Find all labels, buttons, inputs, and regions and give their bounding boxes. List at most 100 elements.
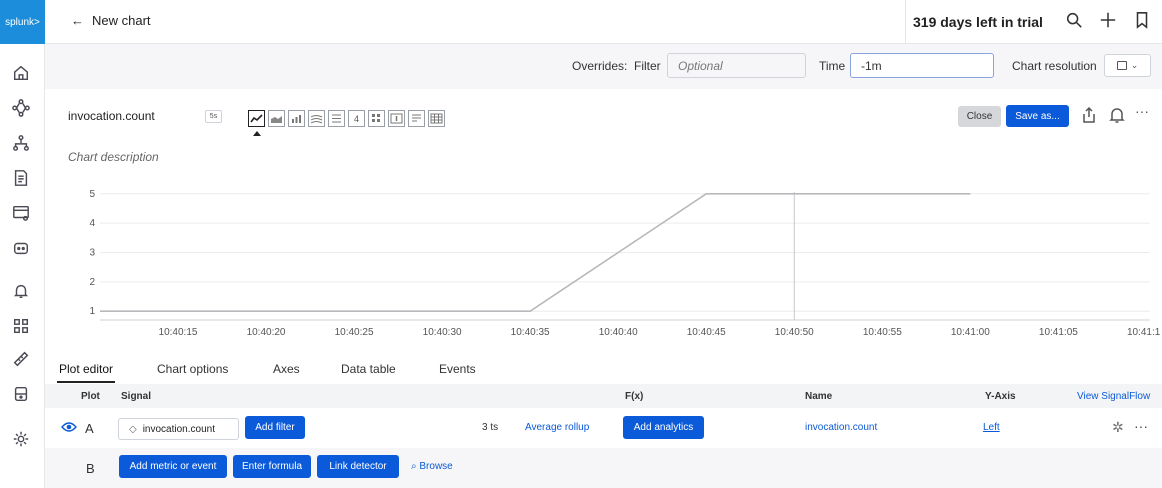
search-icon[interactable] [1065,11,1085,31]
tab-axes[interactable]: Axes [273,362,300,376]
alerts-bell-icon[interactable] [10,280,32,302]
plot-table-header: Plot Signal F(x) Name Y-Axis View Signal… [45,384,1162,408]
y-tick-label: 2 [89,277,95,288]
table-chart-type-icon[interactable] [428,110,445,127]
time-input[interactable]: -1m [850,53,994,78]
x-tick-label: 10:41:00 [951,327,990,338]
home-icon[interactable] [10,62,32,84]
timeseries-count: 3 ts [482,422,499,433]
plot-letter: B [86,461,95,476]
tab-events[interactable]: Events [439,362,476,376]
view-signalflow-link[interactable]: View SignalFlow [1077,391,1150,402]
close-button[interactable]: Close [958,106,1001,127]
add-filter-button[interactable]: Add filter [245,416,305,439]
header-name: Name [805,391,833,402]
editor-tabs: Plot editor Chart options Axes Data tabl… [45,358,1162,384]
chart-resolution-label: Chart resolution [1012,59,1097,73]
log-observer-icon[interactable] [10,167,32,189]
y-tick-label: 1 [89,306,95,317]
link-detector-button[interactable]: Link detector [317,455,399,478]
x-tick-label: 10:40:25 [335,327,374,338]
add-analytics-button[interactable]: Add analytics [623,416,704,439]
splunk-logo[interactable]: splunk> [0,0,45,44]
rum-icon[interactable] [10,202,32,224]
overrides-label: Overrides: [572,59,628,73]
y-tick-label: 3 [89,248,95,259]
chart-title[interactable]: invocation.count [68,109,155,123]
area-chart-type-icon[interactable] [268,110,285,127]
filter-input[interactable]: Optional [667,53,806,78]
x-tick-label: 10:40:50 [775,327,814,338]
line-chart[interactable]: 12345 10:40:15 10:40:20 10:40:25 10:40:30 10… [60,180,1160,345]
eye-visibility-icon[interactable] [61,421,77,436]
filter-label: Filter [634,59,661,73]
x-tick-label: 10:40:20 [247,327,286,338]
add-metric-or-event-button[interactable]: Add metric or event [119,455,227,478]
save-as-button[interactable]: Save as... [1006,105,1069,127]
browse-link[interactable]: ⌕ Browse [411,461,453,472]
left-nav-rail: splunk> [0,0,45,488]
overrides-bar: Overrides: Filter Optional Time -1m Char… [45,44,1162,89]
time-label: Time [819,59,846,73]
header-fx: F(x) [625,391,644,402]
x-tick-label: 10:40:35 [511,327,550,338]
more-options-icon[interactable]: ··· [1135,103,1153,123]
arrow-left-icon: ← [71,13,84,28]
event-feed-chart-type-icon[interactable] [388,110,405,127]
resolution-icon [1116,61,1127,70]
active-type-indicator [253,131,261,136]
x-tick-label: 10:40:40 [599,327,638,338]
enter-formula-button[interactable]: Enter formula [233,455,311,478]
bell-icon[interactable] [1109,106,1127,126]
x-tick-label: 10:40:45 [687,327,726,338]
page-title: New chart [92,13,151,28]
settings-gear-icon[interactable] [10,428,32,450]
x-tick-label: 10:41:10 [1127,327,1160,338]
resolution-badge: 5s [205,110,222,123]
x-tick-label: 10:40:15 [159,327,198,338]
line-chart-type-icon[interactable] [248,110,265,127]
active-tab-underline [57,381,115,383]
x-axis-ticks: 10:40:15 10:40:20 10:40:25 10:40:30 10:40:35… [159,327,1160,338]
plot-settings-gear-icon[interactable]: ✲ [1112,419,1124,436]
chart-type-selector: 4 [248,110,445,127]
plot-letter: A [85,421,94,436]
plot-row-b: B Add metric or event Enter formula Link… [45,448,1162,488]
search-icon: ⌕ [411,461,417,472]
apm-icon[interactable] [10,132,32,154]
infrastructure-icon[interactable] [10,97,32,119]
x-tick-label: 10:41:05 [1039,327,1078,338]
metrics-ruler-icon[interactable] [10,348,32,370]
tag-icon: ◇ [129,423,137,435]
share-icon[interactable] [1081,106,1099,126]
data-database-icon[interactable] [10,383,32,405]
plus-icon[interactable] [1099,11,1119,31]
x-tick-label: 10:40:30 [423,327,462,338]
dashboards-icon[interactable] [10,315,32,337]
histogram-chart-type-icon[interactable] [308,110,325,127]
back-button[interactable]: ← New chart [71,13,151,28]
chart-description-input[interactable]: Chart description [68,150,159,164]
chart-grid [100,193,1150,312]
rollup-link[interactable]: Average rollup [525,422,589,433]
header-signal: Signal [121,391,152,402]
single-value-chart-type-icon[interactable]: 4 [348,110,365,127]
tab-plot-editor[interactable]: Plot editor [59,362,113,376]
y-axis-ticks: 1 2 3 4 5 [89,189,95,317]
text-chart-type-icon[interactable] [408,110,425,127]
synthetics-icon[interactable] [10,237,32,259]
tab-data-table[interactable]: Data table [341,362,396,376]
list-chart-type-icon[interactable] [328,110,345,127]
chevron-down-icon: ⌄ [1130,60,1139,70]
heatmap-chart-type-icon[interactable] [368,110,385,127]
signal-input[interactable]: ◇ invocation.count [118,418,239,440]
chart-resolution-dropdown[interactable]: ⌄ [1104,54,1151,77]
tab-chart-options[interactable]: Chart options [157,362,228,376]
top-bar: ← New chart 319 days left in trial [45,0,1162,44]
bookmark-icon[interactable] [1133,11,1153,31]
row-more-options-icon[interactable]: ··· [1134,418,1148,434]
yaxis-left-link[interactable]: Left [983,422,1000,433]
plot-name-link[interactable]: invocation.count [805,422,877,433]
header-plot: Plot [81,391,100,402]
column-chart-type-icon[interactable] [288,110,305,127]
